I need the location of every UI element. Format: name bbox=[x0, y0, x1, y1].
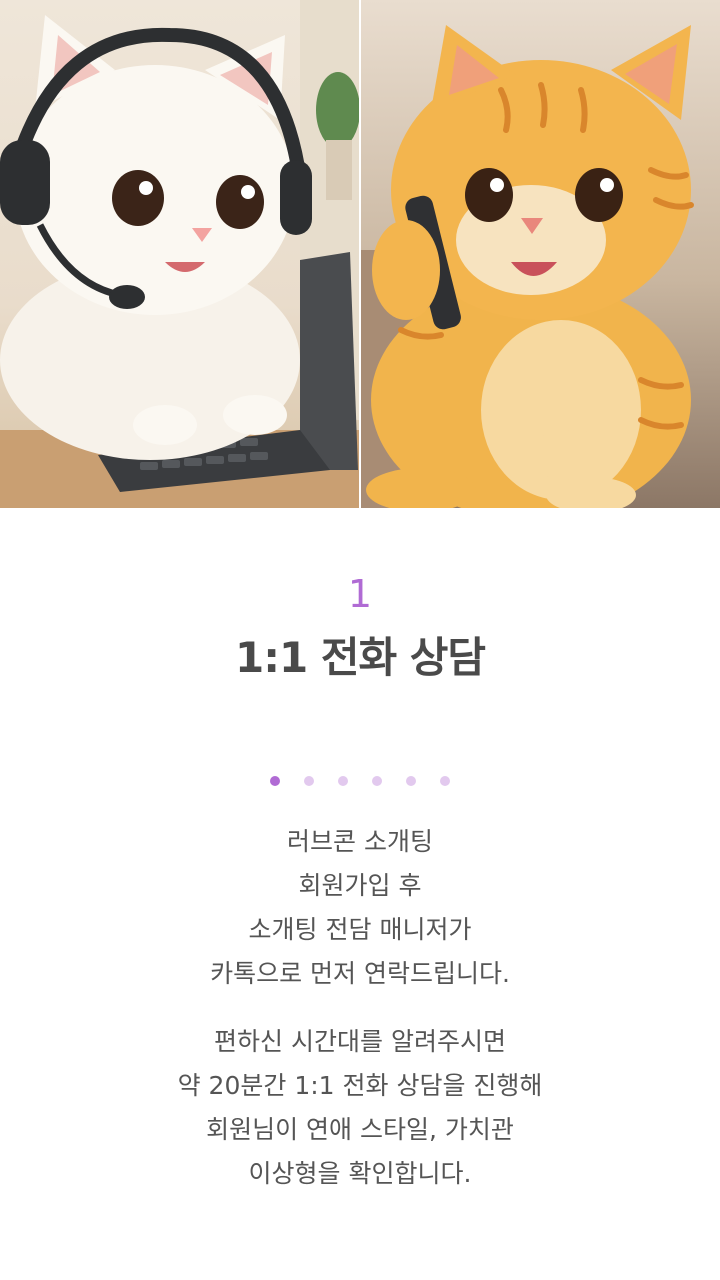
hero-image bbox=[0, 0, 720, 508]
description-line: 이상형을 확인합니다. bbox=[248, 1159, 472, 1188]
pagination-dot-5[interactable] bbox=[406, 776, 416, 786]
white-kitten-headset-image bbox=[0, 0, 359, 508]
description-line: 회원가입 후 bbox=[298, 871, 422, 900]
pagination-dots bbox=[0, 776, 720, 786]
description-paragraph-1: 러브콘 소개팅 회원가입 후 소개팅 전담 매니저가 카톡으로 먼저 연락드립니… bbox=[0, 820, 720, 996]
white-kitten-illustration bbox=[0, 0, 359, 508]
orange-kitten-illustration bbox=[361, 25, 694, 508]
pagination-dot-2[interactable] bbox=[304, 776, 314, 786]
description-line: 편하신 시간대를 알려주시면 bbox=[214, 1027, 506, 1056]
description-paragraph-2: 편하신 시간대를 알려주시면 약 20분간 1:1 전화 상담을 진행해 회원님… bbox=[0, 1020, 720, 1196]
step-title: 1:1 전화 상담 bbox=[234, 633, 486, 682]
pagination-dot-6[interactable] bbox=[440, 776, 450, 786]
step-number: 1 bbox=[347, 572, 373, 616]
orange-kitten-phone-image bbox=[361, 0, 720, 508]
description-line: 회원님이 연애 스타일, 가치관 bbox=[206, 1115, 514, 1144]
description-line: 약 20분간 1:1 전화 상담을 진행해 bbox=[177, 1071, 543, 1100]
description-line: 소개팅 전담 매니저가 bbox=[248, 915, 472, 944]
description-line: 러브콘 소개팅 bbox=[287, 827, 433, 856]
pagination-dot-1[interactable] bbox=[270, 776, 280, 786]
pagination-dot-4[interactable] bbox=[372, 776, 382, 786]
description-line: 카톡으로 먼저 연락드립니다. bbox=[210, 959, 510, 988]
pagination-dot-3[interactable] bbox=[338, 776, 348, 786]
